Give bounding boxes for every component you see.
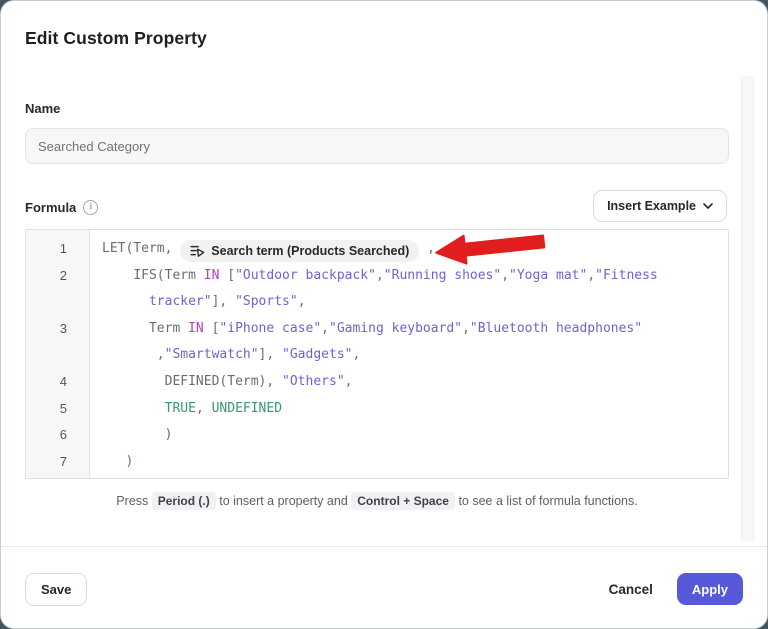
line-number: 6	[26, 422, 90, 449]
code-text[interactable]: DEFINED(Term), "Others",	[90, 369, 728, 396]
code-text[interactable]: IFS(Term IN ["Outdoor backpack","Running…	[90, 263, 728, 316]
editor-hint: Press Period (.) to insert a property an…	[25, 492, 729, 510]
code-segment: ,	[298, 294, 306, 309]
property-chip[interactable]: Search term (Products Searched)	[180, 240, 419, 262]
code-lines: 1LET(Term, Search term (Products Searche…	[26, 236, 728, 475]
code-segment: [	[204, 321, 220, 336]
code-segment: ,	[102, 347, 165, 362]
code-segment: ,	[462, 321, 470, 336]
line-number: 3	[26, 316, 90, 343]
code-segment: ,	[352, 347, 360, 362]
code-segment: "Bluetooth headphones"	[470, 321, 642, 336]
hint-text: to insert a property and	[219, 494, 348, 508]
apply-button[interactable]: Apply	[677, 573, 743, 605]
code-segment: IN	[188, 321, 204, 336]
line-number: 4	[26, 369, 90, 396]
code-segment: IN	[204, 268, 220, 283]
code-segment: ],	[212, 294, 235, 309]
code-segment: ],	[259, 347, 282, 362]
code-segment: IFS(Term	[102, 268, 204, 283]
code-segment: "iPhone case"	[219, 321, 321, 336]
name-input[interactable]	[25, 128, 729, 164]
modal-footer: Save Cancel Apply	[25, 572, 743, 606]
code-text[interactable]: LET(Term, Search term (Products Searched…	[90, 236, 728, 263]
code-segment: )	[102, 427, 172, 442]
code-line: 2 IFS(Term IN ["Outdoor backpack","Runni…	[26, 263, 728, 316]
cancel-button[interactable]: Cancel	[609, 582, 653, 597]
line-number: 7	[26, 449, 90, 476]
property-list-icon	[190, 245, 205, 257]
code-segment: ,	[196, 401, 212, 416]
code-segment: "Gaming keyboard"	[329, 321, 462, 336]
code-line: 7 )	[26, 449, 728, 476]
code-segment: "Gadgets"	[282, 347, 352, 362]
code-segment: "Yoga mat"	[509, 268, 587, 283]
code-line: 3 Term IN ["iPhone case","Gaming keyboar…	[26, 316, 728, 369]
code-segment: "Smartwatch"	[165, 347, 259, 362]
kbd-control-space: Control + Space	[351, 492, 455, 510]
code-text[interactable]: )	[90, 449, 728, 476]
code-segment: "Sports"	[235, 294, 298, 309]
hint-text: Press	[116, 494, 148, 508]
line-number: 5	[26, 396, 90, 423]
code-segment: LET(Term,	[102, 241, 180, 256]
formula-editor[interactable]: 1LET(Term, Search term (Products Searche…	[25, 229, 729, 479]
code-segment: ,	[376, 268, 384, 283]
code-segment: )	[102, 454, 133, 469]
code-segment: ,	[345, 374, 353, 389]
code-text[interactable]: )	[90, 422, 728, 449]
code-segment: "Others"	[282, 374, 345, 389]
vertical-scrollbar[interactable]	[741, 76, 754, 542]
code-segment: UNDEFINED	[212, 401, 282, 416]
code-text[interactable]: Term IN ["iPhone case","Gaming keyboard"…	[90, 316, 728, 369]
code-line: 4 DEFINED(Term), "Others",	[26, 369, 728, 396]
kbd-period: Period (.)	[152, 492, 216, 510]
code-segment: DEFINED(Term),	[102, 374, 282, 389]
insert-example-button[interactable]: Insert Example	[593, 190, 727, 222]
save-button[interactable]: Save	[25, 573, 87, 606]
insert-example-label: Insert Example	[607, 199, 696, 213]
code-line: 6 )	[26, 422, 728, 449]
name-label: Name	[25, 101, 60, 116]
line-number: 1	[26, 236, 90, 263]
code-segment: "Running shoes"	[384, 268, 501, 283]
formula-label: Formula	[25, 200, 76, 215]
code-segment: TRUE	[102, 401, 196, 416]
property-chip-label: Search term (Products Searched)	[211, 238, 409, 265]
edit-custom-property-modal: Edit Custom Property Name Formula i Inse…	[0, 0, 768, 629]
formula-label-row: Formula i	[25, 197, 98, 217]
code-segment: ,	[321, 321, 329, 336]
code-segment: ,	[501, 268, 509, 283]
code-segment: ,	[419, 241, 435, 256]
code-segment: ,	[587, 268, 595, 283]
code-segment: Term	[102, 321, 188, 336]
modal-title: Edit Custom Property	[25, 28, 207, 49]
line-number: 2	[26, 263, 90, 290]
code-text[interactable]: TRUE, UNDEFINED	[90, 396, 728, 423]
code-line: 5 TRUE, UNDEFINED	[26, 396, 728, 423]
chevron-down-icon	[703, 203, 713, 209]
info-icon[interactable]: i	[83, 200, 98, 215]
code-segment: "Outdoor backpack"	[235, 268, 376, 283]
code-line: 1LET(Term, Search term (Products Searche…	[26, 236, 728, 263]
code-segment: [	[219, 268, 235, 283]
hint-text: to see a list of formula functions.	[458, 494, 637, 508]
footer-divider	[1, 546, 767, 547]
